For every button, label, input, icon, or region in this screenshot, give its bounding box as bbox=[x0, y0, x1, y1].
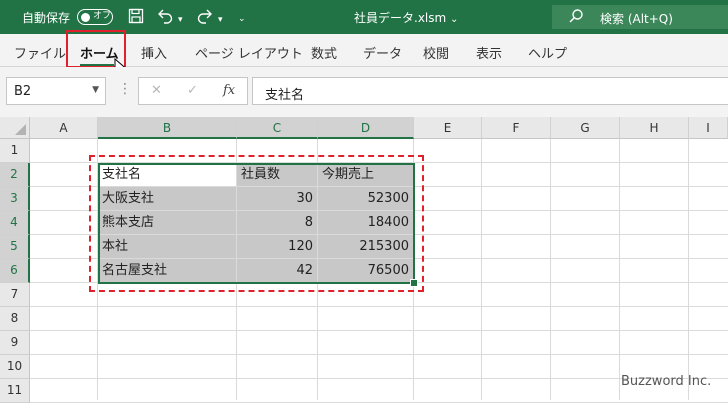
undo-dropdown-icon[interactable]: ▾ bbox=[178, 11, 183, 29]
column-gridline bbox=[619, 139, 620, 400]
name-box-value: B2 bbox=[14, 84, 32, 99]
row-header-2[interactable]: 2 bbox=[0, 163, 30, 187]
column-header-c[interactable]: C bbox=[237, 117, 318, 139]
customize-qat-icon[interactable]: ⌄ bbox=[238, 10, 246, 28]
filename: 社員データ.xlsm bbox=[354, 11, 447, 25]
row-gridline bbox=[30, 330, 728, 331]
redo-icon[interactable] bbox=[196, 8, 214, 28]
name-box[interactable]: B2 ▼ bbox=[6, 77, 106, 105]
row-header-6[interactable]: 6 bbox=[0, 259, 30, 283]
formula-value: 支社名 bbox=[265, 88, 305, 103]
tab-insert[interactable]: 挿入 bbox=[141, 43, 167, 62]
column-header-b[interactable]: B bbox=[98, 117, 237, 139]
column-header-f[interactable]: F bbox=[482, 117, 551, 139]
row-header-3[interactable]: 3 bbox=[0, 187, 30, 211]
tab-file[interactable]: ファイル bbox=[14, 43, 66, 62]
formula-buttons: ✕ ✓ fx bbox=[138, 77, 248, 105]
row-header-10[interactable]: 10 bbox=[0, 355, 30, 379]
toggle-knob bbox=[81, 12, 90, 22]
row-header-5[interactable]: 5 bbox=[0, 235, 30, 259]
tab-page-layout[interactable]: ページ レイアウト bbox=[195, 43, 303, 62]
autosave-toggle[interactable]: オフ bbox=[77, 9, 113, 25]
column-header-i[interactable]: I bbox=[689, 117, 728, 139]
column-header-e[interactable]: E bbox=[414, 117, 482, 139]
search-placeholder: 検索 (Alt+Q) bbox=[600, 12, 673, 26]
search-icon bbox=[568, 8, 584, 28]
tab-review[interactable]: 校閲 bbox=[423, 43, 449, 62]
cancel-icon[interactable]: ✕ bbox=[151, 83, 162, 98]
column-gridline bbox=[481, 139, 482, 400]
insert-function-icon[interactable]: fx bbox=[223, 83, 235, 98]
title-bar: 自動保存 オフ ▾ ▾ ⌄ 社員データ.xlsm ⌄ 検索 (Alt+Q) bbox=[0, 0, 728, 34]
save-icon[interactable] bbox=[128, 8, 144, 28]
row-header-9[interactable]: 9 bbox=[0, 331, 30, 355]
document-title[interactable]: 社員データ.xlsm ⌄ bbox=[354, 9, 458, 26]
redo-dropdown-icon[interactable]: ▾ bbox=[218, 11, 223, 29]
undo-icon[interactable] bbox=[156, 8, 174, 28]
select-all-icon bbox=[15, 124, 26, 135]
worksheet-grid[interactable]: A B C D E F G H I 1 2 3 4 5 6 7 8 9 10 11 支社名 社員数 今期売上 大阪支社 30 52… bbox=[0, 117, 728, 403]
select-all-corner[interactable] bbox=[0, 117, 30, 139]
highlight-dashed-box bbox=[89, 155, 424, 292]
filename-caret: ⌄ bbox=[450, 14, 459, 25]
formula-bar: B2 ▼ ⋮ ✕ ✓ fx 支社名 bbox=[0, 67, 728, 117]
column-header-a[interactable]: A bbox=[30, 117, 98, 139]
name-box-dropdown-icon[interactable]: ▼ bbox=[92, 85, 99, 95]
row-header-7[interactable]: 7 bbox=[0, 283, 30, 307]
row-gridline bbox=[30, 306, 728, 307]
row-header-11[interactable]: 11 bbox=[0, 379, 30, 403]
formula-input[interactable]: 支社名 bbox=[252, 77, 728, 105]
column-gridline bbox=[550, 139, 551, 400]
tab-view[interactable]: 表示 bbox=[476, 43, 502, 62]
row-header-1[interactable]: 1 bbox=[0, 139, 30, 163]
column-header-g[interactable]: G bbox=[551, 117, 620, 139]
autosave-label: 自動保存 bbox=[22, 11, 71, 25]
row-header-4[interactable]: 4 bbox=[0, 211, 30, 235]
formula-bar-grip-icon[interactable]: ⋮ bbox=[118, 81, 132, 97]
row-header-8[interactable]: 8 bbox=[0, 307, 30, 331]
column-gridline bbox=[688, 139, 689, 400]
tab-formulas[interactable]: 数式 bbox=[311, 43, 337, 62]
tab-help[interactable]: ヘルプ bbox=[528, 43, 567, 62]
column-header-h[interactable]: H bbox=[620, 117, 689, 139]
column-header-d[interactable]: D bbox=[318, 117, 414, 139]
enter-icon[interactable]: ✓ bbox=[187, 83, 198, 98]
tab-data[interactable]: データ bbox=[363, 43, 402, 62]
watermark: Buzzword Inc. bbox=[621, 374, 712, 389]
autosave-toggle-text: オフ bbox=[93, 11, 112, 21]
search-box[interactable]: 検索 (Alt+Q) bbox=[552, 5, 728, 29]
row-gridline bbox=[30, 354, 728, 355]
